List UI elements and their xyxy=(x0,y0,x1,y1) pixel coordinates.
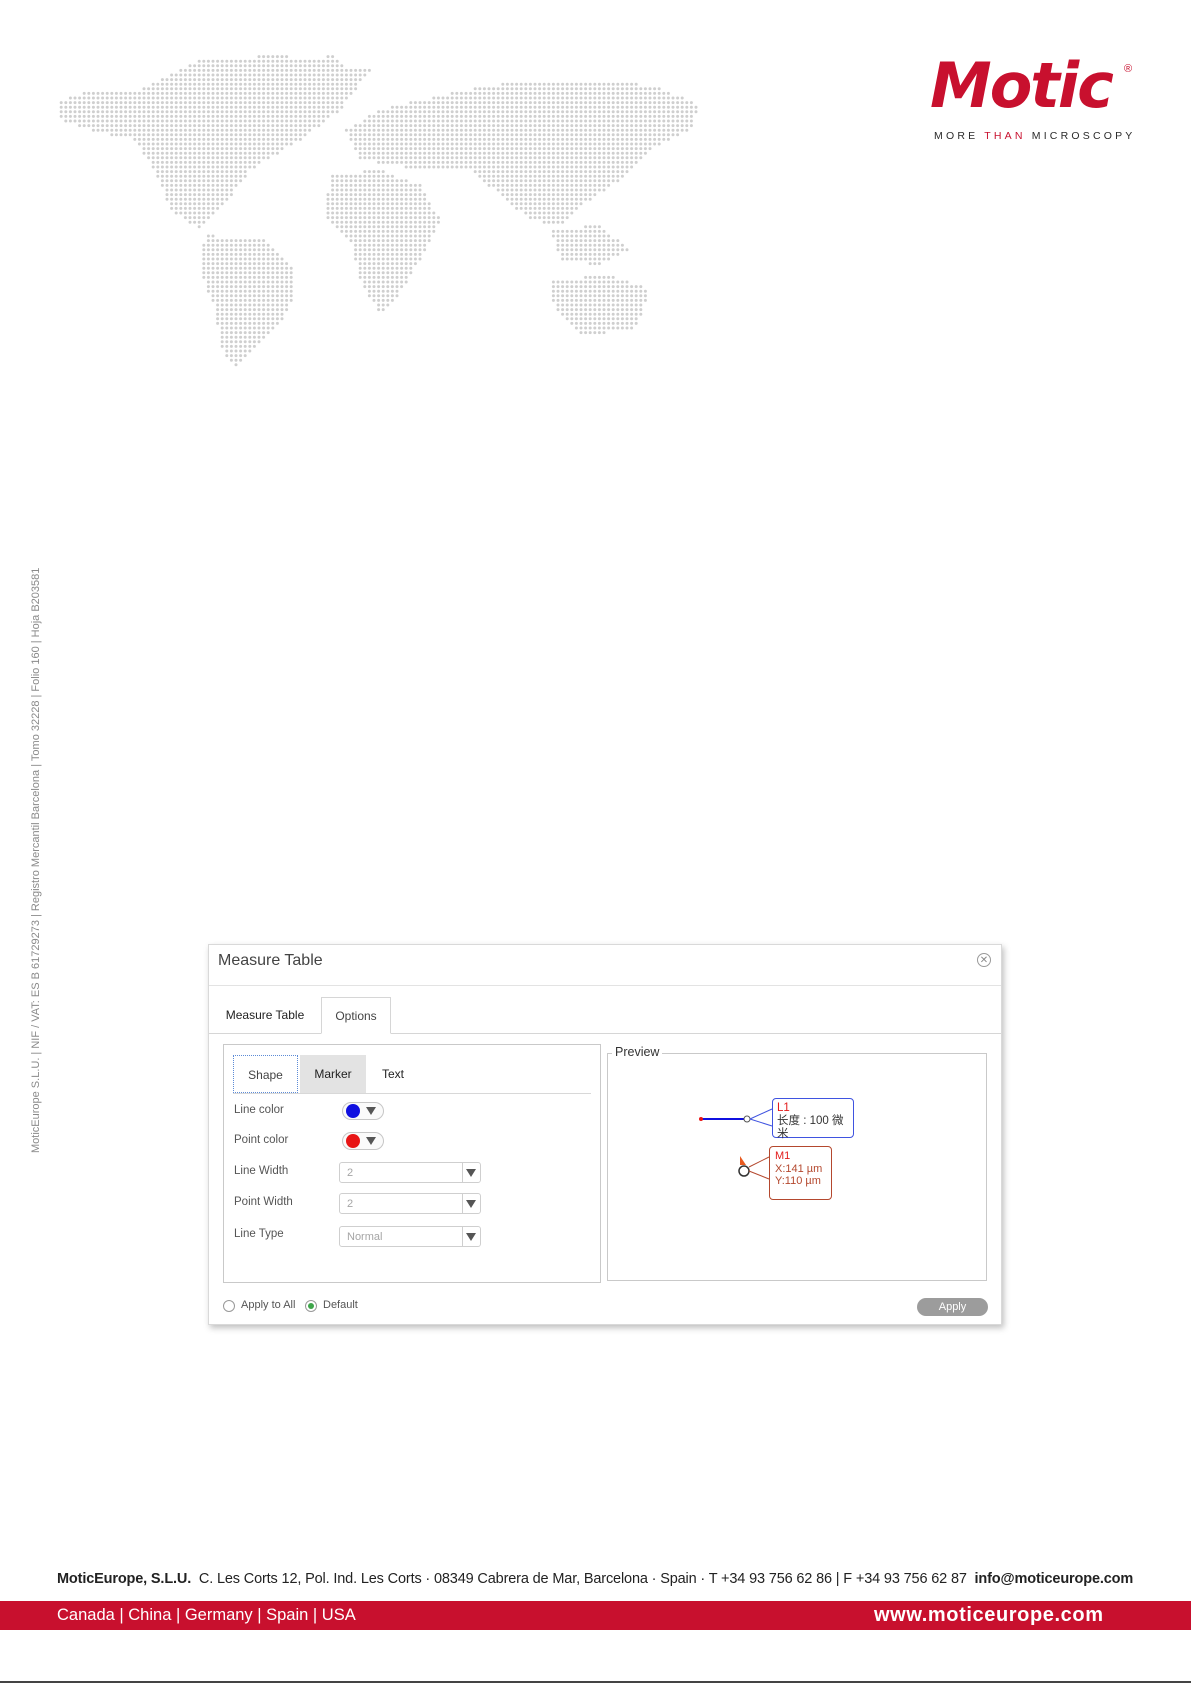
marker-x-value: X:141 µm xyxy=(775,1162,823,1175)
apply-to-all-label: Apply to All xyxy=(241,1299,296,1311)
line-measure-value: 长度 : 100 微米 xyxy=(777,1115,844,1140)
marker-point-icon xyxy=(738,1165,750,1177)
line-width-select[interactable]: 2 xyxy=(339,1162,481,1183)
line-color-picker[interactable] xyxy=(342,1102,384,1120)
preview-panel: Preview L1 长度 : 100 微米 M1 X:141 µm Y:110… xyxy=(607,1045,987,1281)
tagline-accent: THAN xyxy=(984,130,1026,142)
point-width-label: Point Width xyxy=(234,1196,293,1208)
line-measure-name: L1 xyxy=(777,1102,790,1114)
point-width-select[interactable]: 2 xyxy=(339,1193,481,1214)
dropdown-arrow-icon[interactable] xyxy=(462,1194,480,1213)
callout-leader xyxy=(749,1118,773,1127)
subtab-text[interactable]: Text xyxy=(368,1055,418,1093)
divider xyxy=(209,985,1001,986)
default-radio[interactable] xyxy=(305,1300,317,1312)
registered-mark: ® xyxy=(1124,63,1133,75)
callout-leader xyxy=(749,1108,773,1120)
logo-tagline: MORE THAN MICROSCOPY xyxy=(934,130,1136,142)
point-width-value: 2 xyxy=(347,1198,354,1210)
marker-y-value: Y:110 µm xyxy=(775,1175,821,1187)
callout-leader xyxy=(748,1170,770,1180)
callout-leader xyxy=(748,1156,770,1168)
line-width-value: 2 xyxy=(347,1167,354,1179)
footer-countries: Canada | China | Germany | Spain | USA xyxy=(57,1606,356,1624)
point-color-swatch xyxy=(346,1134,360,1148)
bottom-rule xyxy=(0,1681,1191,1683)
marker-flag-icon xyxy=(740,1156,746,1165)
dropdown-arrow-icon xyxy=(366,1137,376,1145)
footer-address: C. Les Corts 12, Pol. Ind. Les Corts · 0… xyxy=(198,1571,967,1587)
footer-company: MoticEurope, S.L.U. xyxy=(57,1571,192,1587)
world-map-graphic xyxy=(59,55,698,367)
line-color-swatch xyxy=(346,1104,360,1118)
footer-contact: MoticEurope, S.L.U. C. Les Corts 12, Pol… xyxy=(57,1571,1133,1587)
dialog-title: Measure Table xyxy=(218,952,323,969)
legal-registration-text: MoticEurope S.L.U. | NIF / VAT: ES B 617… xyxy=(30,567,42,1153)
shape-options-panel: Shape Marker Text Line color Point color… xyxy=(223,1044,601,1283)
point-color-picker[interactable] xyxy=(342,1132,384,1150)
line-type-label: Line Type xyxy=(234,1228,284,1240)
motic-logo: Motic ® MORE THAN MICROSCOPY xyxy=(930,49,1136,143)
preview-line-end-point xyxy=(743,1115,751,1123)
tagline-part: MORE xyxy=(934,130,985,142)
apply-to-all-radio[interactable] xyxy=(223,1300,235,1312)
dropdown-arrow-icon[interactable] xyxy=(462,1163,480,1182)
line-type-value: Normal xyxy=(347,1231,383,1243)
logo-wordmark: Motic xyxy=(930,49,1114,122)
default-label: Default xyxy=(323,1299,358,1311)
dropdown-arrow-icon xyxy=(366,1107,376,1115)
subtab-marker[interactable]: Marker xyxy=(300,1055,366,1093)
tab-options[interactable]: Options xyxy=(321,997,391,1034)
line-width-label: Line Width xyxy=(234,1165,289,1177)
footer-bar: Canada | China | Germany | Spain | USA w… xyxy=(0,1601,1191,1630)
preview-line-start-point xyxy=(699,1117,703,1121)
line-type-select[interactable]: Normal xyxy=(339,1226,481,1247)
subtab-divider xyxy=(233,1093,591,1094)
line-measure-callout: L1 长度 : 100 微米 xyxy=(772,1098,854,1140)
tab-measure-table[interactable]: Measure Table xyxy=(217,997,313,1034)
close-icon[interactable]: ✕ xyxy=(977,953,991,967)
subtab-shape[interactable]: Shape xyxy=(233,1055,298,1093)
footer-website[interactable]: www.moticeurope.com xyxy=(874,1604,1104,1627)
line-color-label: Line color xyxy=(234,1104,284,1116)
marker-name: M1 xyxy=(775,1150,791,1162)
point-color-label: Point color xyxy=(234,1134,289,1146)
marker-callout: M1 X:141 µm Y:110 µm xyxy=(769,1146,832,1200)
dropdown-arrow-icon[interactable] xyxy=(462,1227,480,1246)
footer-email[interactable]: info@moticeurope.com xyxy=(975,1571,1134,1587)
tagline-part: MICROSCOPY xyxy=(1025,130,1136,142)
apply-button[interactable]: Apply xyxy=(917,1298,988,1316)
measure-table-dialog: Measure Table ✕ Measure Table Options Sh… xyxy=(208,944,1002,1325)
